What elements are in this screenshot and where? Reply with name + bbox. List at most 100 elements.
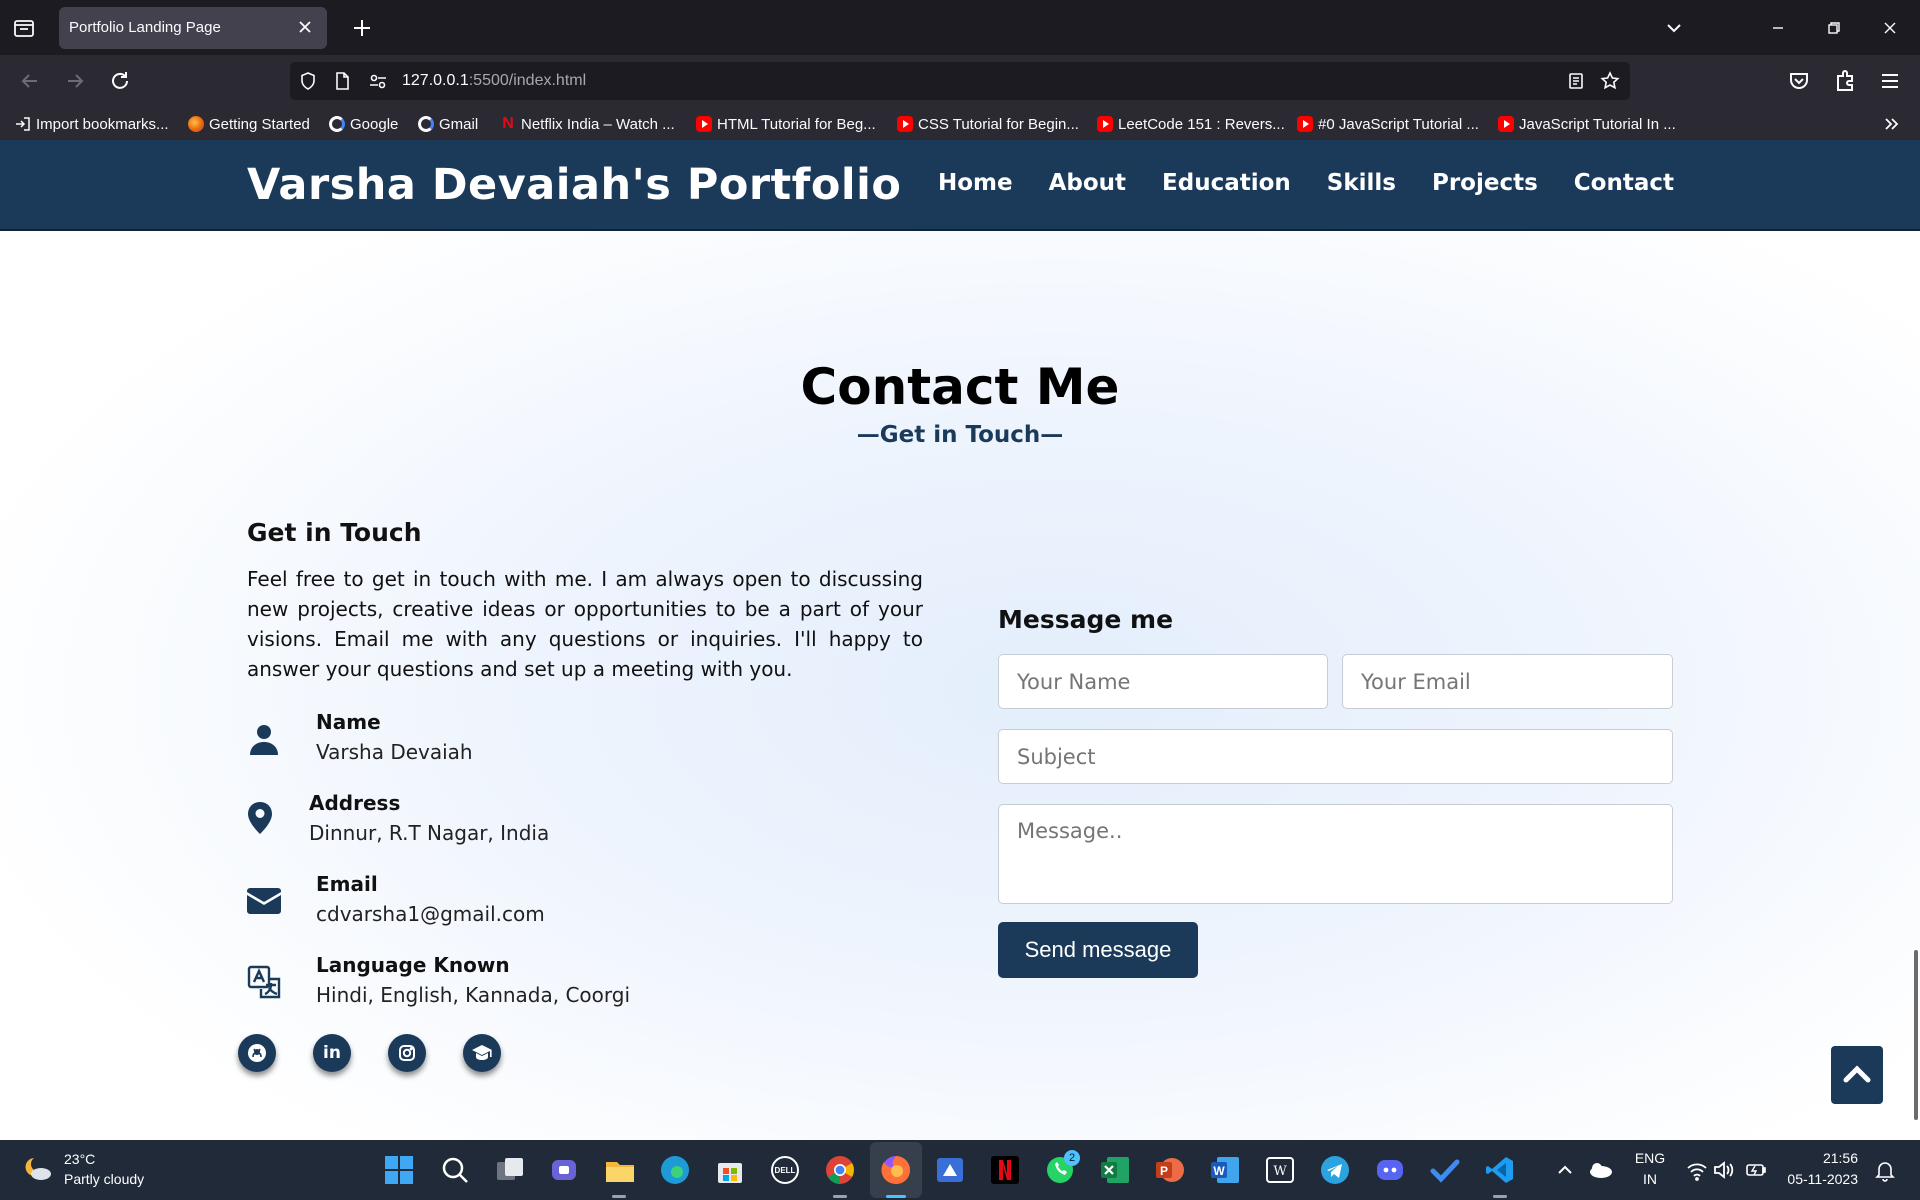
name-input[interactable] <box>998 654 1328 709</box>
tab-list-icon[interactable] <box>12 16 36 40</box>
task-view-icon[interactable] <box>494 1154 526 1186</box>
word-icon[interactable]: W <box>1209 1154 1241 1186</box>
extensions-icon[interactable] <box>1832 68 1858 94</box>
excel-icon[interactable] <box>1099 1154 1131 1186</box>
bookmark-item[interactable]: CSS Tutorial for Begin... <box>897 114 1079 134</box>
powerpoint-icon[interactable]: P <box>1154 1154 1186 1186</box>
weather-description[interactable]: Partly cloudy <box>64 1171 144 1187</box>
active-indicator <box>886 1195 906 1198</box>
nav-link-skills[interactable]: Skills <box>1327 170 1396 196</box>
linkedin-link[interactable]: in <box>313 1034 351 1072</box>
bookmark-label: Getting Started <box>209 115 310 133</box>
email-input[interactable] <box>1342 654 1673 709</box>
linkedin-icon: in <box>323 1043 341 1063</box>
netflix-icon[interactable] <box>989 1154 1021 1186</box>
github-link[interactable] <box>238 1034 276 1072</box>
clock-time[interactable]: 21:56 <box>1780 1150 1858 1166</box>
education-link[interactable] <box>463 1034 501 1072</box>
volume-icon[interactable] <box>1712 1154 1734 1186</box>
svg-text:P: P <box>1160 1164 1168 1178</box>
subject-input[interactable] <box>998 729 1673 784</box>
notification-bell-icon[interactable] <box>1874 1154 1896 1186</box>
svg-text:DELL: DELL <box>775 1166 796 1175</box>
vscode-icon[interactable] <box>1484 1154 1516 1186</box>
bookmark-label: CSS Tutorial for Begin... <box>918 115 1079 133</box>
restore-icon[interactable] <box>1820 14 1848 42</box>
google-icon <box>329 116 345 132</box>
nav-link-about[interactable]: About <box>1049 170 1126 196</box>
close-tab-icon[interactable] <box>295 17 315 37</box>
bookmark-item[interactable]: N Netflix India – Watch ... <box>500 114 674 134</box>
weather-temperature[interactable]: 23°C <box>64 1151 95 1167</box>
message-textarea[interactable] <box>998 804 1673 904</box>
reader-view-icon[interactable] <box>1566 71 1586 91</box>
running-indicator <box>833 1195 847 1198</box>
bookmark-item[interactable]: JavaScript Tutorial In ... <box>1498 114 1676 134</box>
scroll-to-top-button[interactable] <box>1831 1046 1883 1104</box>
dell-icon[interactable]: DELL <box>769 1154 801 1186</box>
file-explorer-icon[interactable] <box>604 1154 636 1186</box>
svg-text:W: W <box>1213 1164 1225 1178</box>
send-message-button[interactable]: Send message <box>998 922 1198 978</box>
clock-date[interactable]: 05-11-2023 <box>1780 1171 1858 1187</box>
edge-icon[interactable] <box>659 1154 691 1186</box>
instagram-link[interactable] <box>388 1034 426 1072</box>
nav-link-projects[interactable]: Projects <box>1432 170 1538 196</box>
section-title: Contact Me <box>800 358 1120 416</box>
nav-link-education[interactable]: Education <box>1162 170 1291 196</box>
bookmark-item[interactable]: Gmail <box>418 114 478 134</box>
bookmark-label: HTML Tutorial for Beg... <box>717 115 876 133</box>
bookmark-star-icon[interactable] <box>1600 71 1620 91</box>
discord-icon[interactable] <box>1374 1154 1406 1186</box>
windows-start-icon[interactable] <box>383 1154 415 1186</box>
get-in-touch-heading: Get in Touch <box>247 518 422 547</box>
onedrive-icon[interactable] <box>1586 1154 1614 1186</box>
nav-link-home[interactable]: Home <box>938 170 1013 196</box>
input-language-bottom[interactable]: IN <box>1630 1171 1670 1187</box>
back-icon[interactable] <box>17 68 43 94</box>
wikipedia-icon[interactable]: W <box>1264 1154 1296 1186</box>
chrome-icon[interactable] <box>824 1154 856 1186</box>
bookmark-item[interactable]: Import bookmarks... <box>15 114 169 134</box>
input-language-top[interactable]: ENG <box>1630 1150 1670 1166</box>
page-viewport: Varsha Devaiah's Portfolio Home About Ed… <box>0 140 1920 1140</box>
firefox-icon[interactable] <box>880 1154 912 1186</box>
close-window-icon[interactable] <box>1876 14 1904 42</box>
battery-icon[interactable] <box>1745 1154 1767 1186</box>
list-all-tabs-icon[interactable] <box>1660 14 1688 42</box>
youtube-icon <box>696 116 712 132</box>
bookmark-item[interactable]: LeetCode 151 : Revers... <box>1097 114 1285 134</box>
telegram-icon[interactable] <box>1319 1154 1351 1186</box>
search-icon[interactable] <box>439 1154 471 1186</box>
snipping-tool-icon[interactable] <box>934 1154 966 1186</box>
map-pin-icon <box>248 802 272 834</box>
url-text[interactable]: 127.0.0.1:5500/index.html <box>402 72 586 90</box>
address-bar[interactable]: 127.0.0.1:5500/index.html <box>290 62 1630 100</box>
nav-link-contact[interactable]: Contact <box>1574 170 1674 196</box>
bookmark-item[interactable]: Google <box>329 114 398 134</box>
partly-cloudy-icon[interactable] <box>22 1152 54 1184</box>
teams-chat-icon[interactable] <box>549 1154 581 1186</box>
new-tab-icon[interactable] <box>350 16 374 40</box>
minimize-icon[interactable] <box>1764 14 1792 42</box>
bookmark-label: Gmail <box>439 115 479 133</box>
forward-icon[interactable] <box>62 68 88 94</box>
bookmark-item[interactable]: #0 JavaScript Tutorial ... <box>1297 114 1479 134</box>
page-scrollbar[interactable] <box>1914 950 1918 1120</box>
bookmark-item[interactable]: HTML Tutorial for Beg... <box>696 114 876 134</box>
chevron-up-icon[interactable] <box>1554 1154 1576 1186</box>
page-icon[interactable] <box>332 71 352 91</box>
wifi-icon[interactable] <box>1686 1154 1708 1186</box>
reload-icon[interactable] <box>107 68 133 94</box>
pocket-icon[interactable] <box>1786 68 1812 94</box>
site-brand[interactable]: Varsha Devaiah's Portfolio <box>247 160 901 210</box>
envelope-icon <box>247 888 281 914</box>
browser-tab[interactable]: Portfolio Landing Page <box>59 7 327 49</box>
todo-icon[interactable] <box>1429 1154 1461 1186</box>
microsoft-store-icon[interactable] <box>714 1154 746 1186</box>
bookmark-item[interactable]: Getting Started <box>188 114 310 134</box>
shield-icon[interactable] <box>298 71 318 91</box>
menu-icon[interactable] <box>1877 68 1903 94</box>
permissions-icon[interactable] <box>368 71 388 91</box>
chevron-double-right-icon[interactable] <box>1882 114 1902 134</box>
